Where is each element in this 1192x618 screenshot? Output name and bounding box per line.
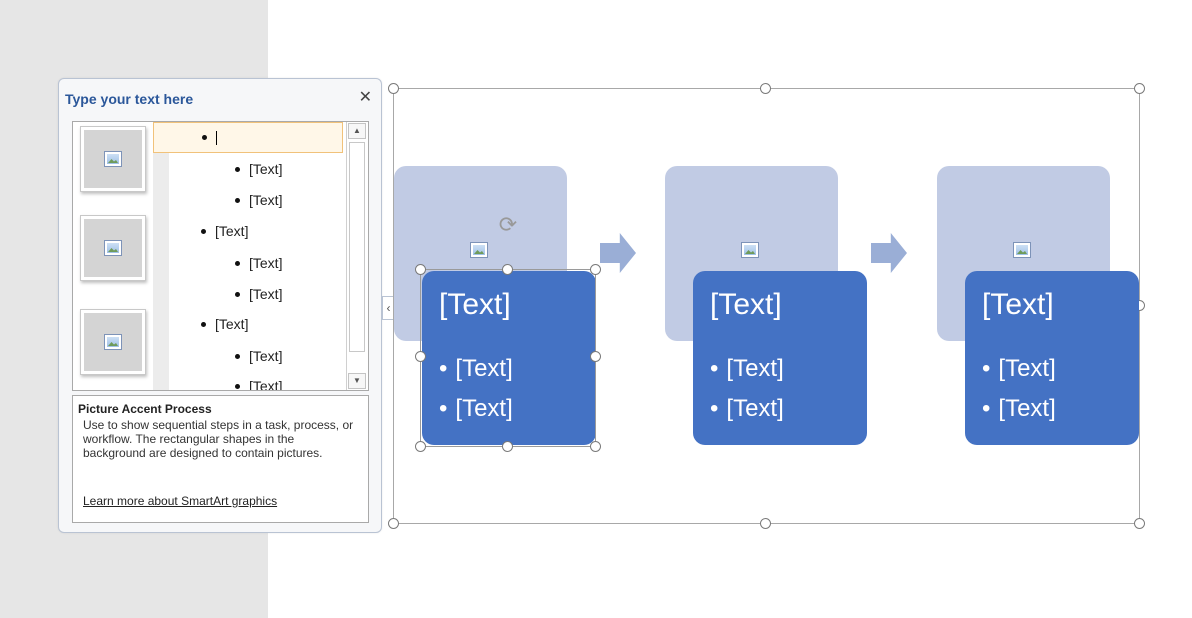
picture-icon	[104, 240, 122, 256]
bullet-icon	[235, 383, 240, 389]
bullet-icon	[201, 321, 206, 327]
bullet-icon	[235, 353, 240, 359]
picture-icon	[104, 334, 122, 350]
outline-item[interactable]: [Text]	[201, 313, 248, 335]
outline-item-text: [Text]	[249, 192, 283, 208]
shape-resize-handle[interactable]	[590, 441, 601, 452]
insert-picture-icon[interactable]	[741, 242, 759, 258]
shape-selection-box	[420, 269, 596, 447]
shape-resize-handle[interactable]	[502, 441, 513, 452]
scrollbar-thumb[interactable]	[349, 142, 365, 352]
picture-placeholder-thumbnail[interactable]	[80, 126, 146, 192]
outline-item[interactable]: [Text]	[235, 189, 282, 211]
step-bullets: [Text] [Text]	[710, 349, 783, 429]
resize-handle[interactable]	[760, 518, 771, 529]
outline-item[interactable]: [Text]	[235, 375, 283, 391]
shape-resize-handle[interactable]	[415, 351, 426, 362]
outline-item[interactable]: [Text]	[235, 283, 282, 305]
step-bullets: [Text] [Text]	[982, 349, 1055, 429]
outline-item-text: [Text]	[249, 348, 283, 364]
rotate-handle-icon[interactable]: ⟳	[497, 214, 519, 236]
text-pane-title: Type your text here	[65, 91, 194, 107]
resize-handle[interactable]	[1134, 83, 1145, 94]
scroll-up-icon[interactable]: ▲	[348, 123, 366, 139]
layout-description-box: Picture Accent Process Use to show seque…	[72, 395, 369, 523]
step-bullet: [Text]	[982, 349, 1055, 389]
thumbnail-background	[84, 130, 142, 188]
step-bullet: [Text]	[710, 349, 783, 389]
process-step-shape[interactable]: [Text] [Text] [Text]	[693, 271, 867, 445]
text-pane-scrollbar[interactable]: ▲ ▼	[346, 122, 368, 390]
picture-thumbnail-column	[73, 122, 153, 390]
outline-item[interactable]: [Text]	[235, 158, 282, 180]
picture-icon	[104, 151, 122, 167]
word-document-view: Type your text here ✕ [Text] [Text] [Tex…	[0, 0, 1192, 618]
step-title: [Text]	[982, 288, 1054, 321]
resize-handle[interactable]	[388, 83, 399, 94]
bullet-icon	[235, 166, 240, 172]
outline-item-text: [Text]	[249, 378, 283, 391]
thumbnail-background	[84, 313, 142, 371]
outline-item-text: [Text]	[249, 255, 283, 271]
outline-item[interactable]: [Text]	[235, 345, 282, 367]
bullet-icon	[235, 197, 240, 203]
resize-handle[interactable]	[388, 518, 399, 529]
text-pane-body: [Text] [Text] [Text] [Text] [Text] [Text…	[72, 121, 369, 391]
outline-item-text: [Text]	[249, 286, 283, 302]
step-bullet: [Text]	[982, 389, 1055, 429]
bullet-icon	[235, 291, 240, 297]
insert-picture-icon[interactable]	[470, 242, 488, 258]
smartart-text-pane: Type your text here ✕ [Text] [Text] [Tex…	[58, 78, 382, 533]
picture-placeholder-thumbnail[interactable]	[80, 215, 146, 281]
text-pane-gutter	[153, 122, 169, 390]
resize-handle[interactable]	[1134, 518, 1145, 529]
outline-item-text: [Text]	[249, 161, 283, 177]
shape-resize-handle[interactable]	[415, 264, 426, 275]
text-outline[interactable]: [Text] [Text] [Text] [Text] [Text] [Text…	[153, 122, 347, 391]
step-title: [Text]	[710, 288, 782, 321]
resize-handle[interactable]	[760, 83, 771, 94]
bullet-icon	[201, 228, 206, 234]
outline-item-active[interactable]	[153, 122, 343, 153]
step-bullet: [Text]	[710, 389, 783, 429]
shape-resize-handle[interactable]	[415, 441, 426, 452]
layout-description: Use to show sequential steps in a task, …	[83, 418, 354, 460]
layout-name: Picture Accent Process	[78, 402, 212, 416]
bullet-icon	[235, 260, 240, 266]
shape-resize-handle[interactable]	[590, 351, 601, 362]
text-cursor	[216, 131, 217, 146]
learn-more-link[interactable]: Learn more about SmartArt graphics	[83, 494, 277, 508]
insert-picture-icon[interactable]	[1013, 242, 1031, 258]
outline-item-text: [Text]	[215, 316, 249, 332]
picture-placeholder-thumbnail[interactable]	[80, 309, 146, 375]
shape-resize-handle[interactable]	[502, 264, 513, 275]
shape-resize-handle[interactable]	[590, 264, 601, 275]
bullet-icon	[202, 134, 207, 140]
outline-item[interactable]: [Text]	[235, 252, 282, 274]
close-icon[interactable]: ✕	[359, 90, 372, 106]
outline-item-text: [Text]	[215, 223, 249, 239]
thumbnail-background	[84, 219, 142, 277]
outline-item[interactable]: [Text]	[201, 220, 248, 242]
scroll-down-icon[interactable]: ▼	[348, 373, 366, 389]
process-step-shape[interactable]: [Text] [Text] [Text]	[965, 271, 1139, 445]
